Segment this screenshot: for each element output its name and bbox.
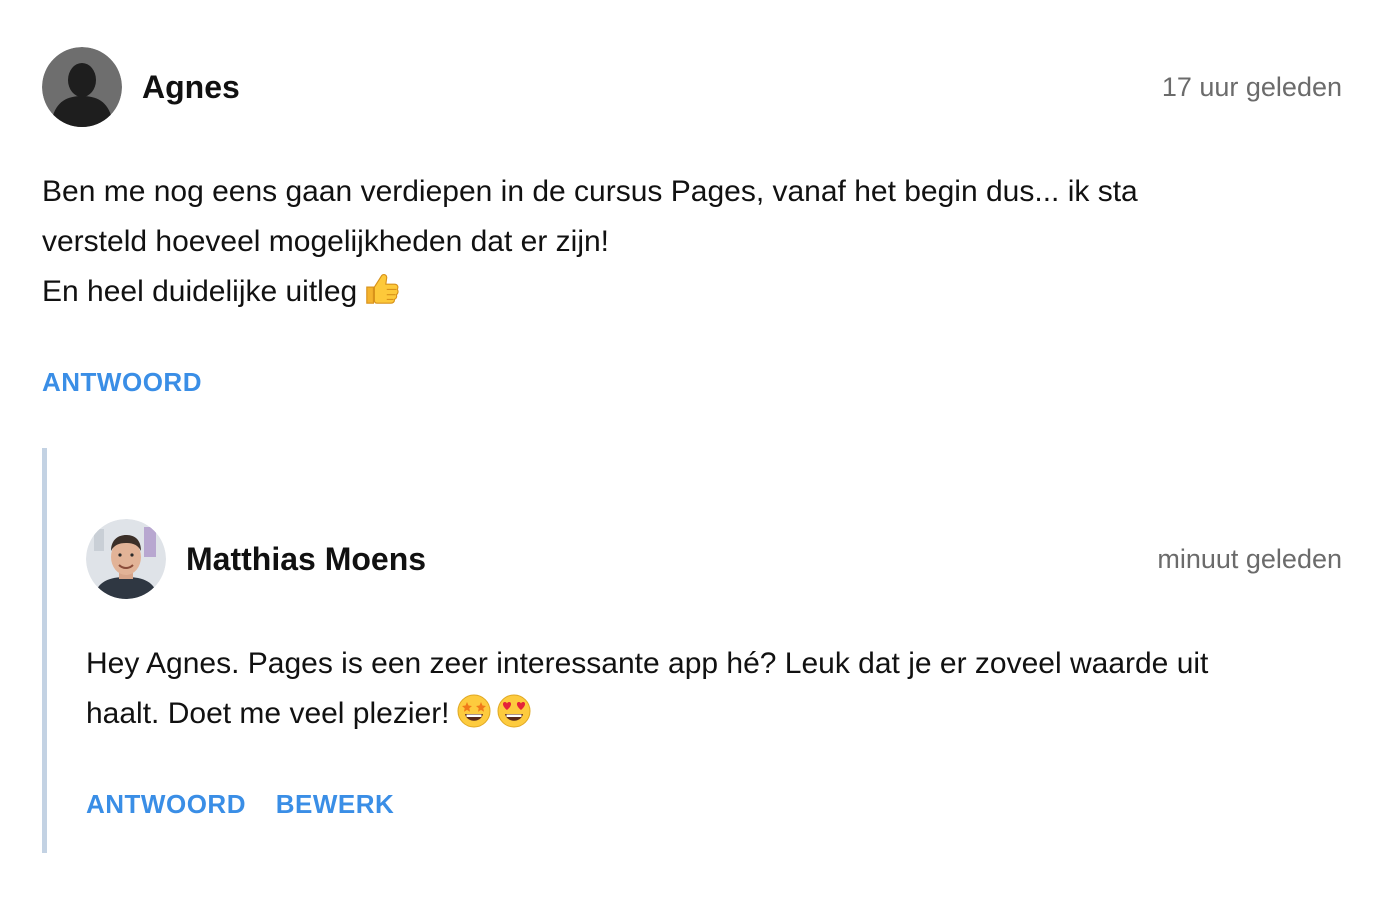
reply-button[interactable]: ANTWOORD [86,789,246,819]
comment-actions: ANTWOORD BEWERK [86,789,1342,819]
star-struck-icon [456,693,492,745]
comment-author[interactable]: Matthias Moens [186,541,426,577]
edit-button[interactable]: BEWERK [276,789,395,819]
comment-header: Agnes 17 uur geleden [42,47,1342,127]
comment-line: haalt. Doet me veel plezier! [86,689,1342,745]
thumbs-up-icon [363,269,401,323]
comment-timestamp[interactable]: minuut geleden [1157,543,1342,575]
comment-matthias-moens: Matthias Moens minuut geleden Hey Agnes.… [86,519,1342,819]
comment-header: Matthias Moens minuut geleden [86,519,1342,599]
comment-line: Hey Agnes. Pages is een zeer interessant… [86,647,1209,680]
comment-author[interactable]: Agnes [142,69,240,105]
comment-line: Ben me nog eens gaan verdiepen in de cur… [42,175,1138,208]
avatar [86,519,166,599]
comment-timestamp[interactable]: 17 uur geleden [1162,71,1342,103]
heart-eyes-icon [496,693,532,745]
comment-body: Hey Agnes. Pages is een zeer interessant… [86,639,1342,745]
avatar-placeholder-icon [42,47,122,127]
comment-body: Ben me nog eens gaan verdiepen in de cur… [42,167,1342,323]
comment-agnes: Agnes 17 uur geleden Ben me nog eens gaa… [42,47,1342,397]
comment-line-text: En heel duidelijke uitleg [42,275,358,308]
reply-button[interactable]: ANTWOORD [42,367,202,397]
comment-line: versteld hoeveel mogelijkheden dat er zi… [42,225,609,258]
reply-thread-line [42,448,47,853]
comment-actions: ANTWOORD [42,367,1342,397]
comment-line-text: haalt. Doet me veel plezier! [86,697,450,730]
comment-line: En heel duidelijke uitleg [42,267,1342,323]
